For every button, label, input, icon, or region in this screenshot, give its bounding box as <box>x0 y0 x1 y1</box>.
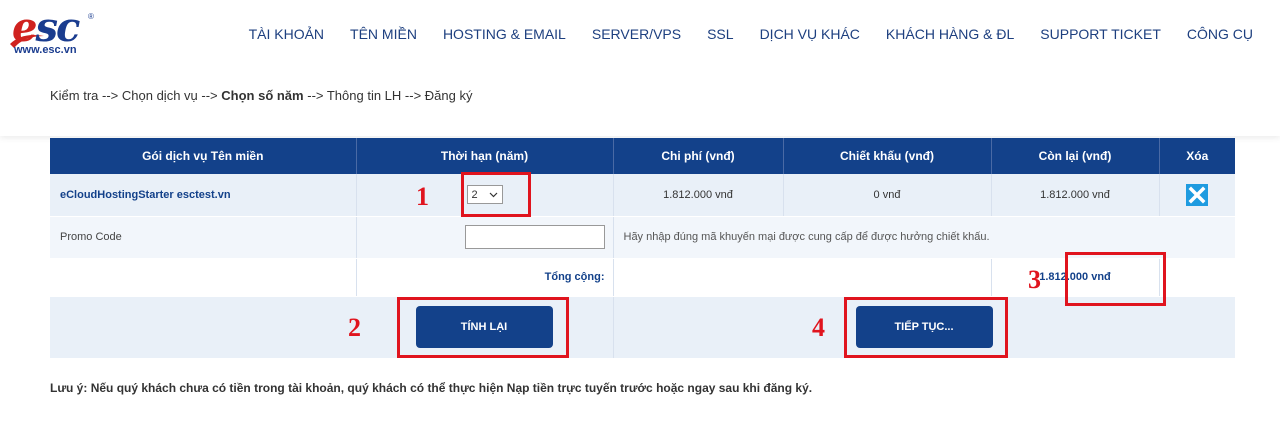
nav-ssl[interactable]: SSL <box>694 24 746 44</box>
annotation-box-3 <box>1065 252 1166 306</box>
breadcrumb-step-select-service: Chọn dịch vụ --> <box>121 88 218 103</box>
table-row: eCloudHostingStarter esctest.vn 2 1.812.… <box>50 174 1235 217</box>
breadcrumb-step-current: Chọn số năm <box>221 88 304 103</box>
table-header-row: Gói dịch vụ Tên miền Thời hạn (năm) Chi … <box>50 138 1235 174</box>
actions-row: TÍNH LẠI TIẾP TỤC... <box>50 296 1235 359</box>
delete-icon[interactable] <box>1186 183 1209 206</box>
main-nav: TÀI KHOẢN TÊN MIỀN HOSTING & EMAIL SERVE… <box>236 24 1266 44</box>
remaining-value: 1.812.000 vnđ <box>991 174 1160 217</box>
payment-note: Lưu ý: Nếu quý khách chưa có tiền trong … <box>50 381 813 395</box>
nav-server-vps[interactable]: SERVER/VPS <box>579 24 694 44</box>
total-label: Tổng cộng: <box>356 258 614 297</box>
total-row: Tổng cộng: 1.812.000 vnđ <box>50 258 1235 297</box>
site-header: esc ® www.esc.vn TÀI KHOẢN TÊN MIỀN HOST… <box>0 0 1280 136</box>
header-package: Gói dịch vụ Tên miền <box>50 138 357 174</box>
header-remaining: Còn lại (vnđ) <box>991 138 1160 174</box>
delete-cell <box>1159 174 1235 217</box>
promo-code-input[interactable] <box>464 225 605 249</box>
promo-code-label: Promo Code <box>50 216 357 259</box>
header-discount: Chiết khấu (vnđ) <box>783 138 992 174</box>
annotation-box-4 <box>844 297 1008 358</box>
header-delete: Xóa <box>1159 138 1235 174</box>
logo-registered-mark: ® <box>88 12 94 21</box>
annotation-number-2: 2 <box>348 313 361 342</box>
cost-value: 1.812.000 vnđ <box>613 174 784 217</box>
annotation-number-4: 4 <box>812 313 825 342</box>
nav-domain[interactable]: TÊN MIỀN <box>337 24 430 44</box>
nav-support-ticket[interactable]: SUPPORT TICKET <box>1027 24 1174 44</box>
breadcrumb-step-check: Kiểm tra --> <box>50 88 119 103</box>
logo-url: www.esc.vn <box>14 44 77 56</box>
nav-customers-agents[interactable]: KHÁCH HÀNG & ĐL <box>873 24 1027 44</box>
annotation-number-1: 1 <box>416 182 429 211</box>
promo-row: Promo Code Hãy nhập đúng mã khuyến mại đ… <box>50 216 1235 259</box>
header-cost: Chi phí (vnđ) <box>613 138 784 174</box>
annotation-box-2 <box>397 297 569 358</box>
order-table: Gói dịch vụ Tên miền Thời hạn (năm) Chi … <box>50 138 1235 359</box>
nav-account[interactable]: TÀI KHOẢN <box>236 24 337 44</box>
promo-input-cell <box>356 216 614 259</box>
nav-other-services[interactable]: DỊCH VỤ KHÁC <box>747 24 873 44</box>
annotation-number-3: 3 <box>1028 265 1041 294</box>
logo-text: esc <box>12 4 80 51</box>
discount-value: 0 vnđ <box>783 174 992 217</box>
nav-hosting-email[interactable]: HOSTING & EMAIL <box>430 24 579 44</box>
header-duration: Thời hạn (năm) <box>356 138 614 174</box>
breadcrumb-step-rest: --> Thông tin LH --> Đăng ký <box>307 88 473 103</box>
esc-logo[interactable]: esc ® www.esc.vn <box>8 8 94 56</box>
breadcrumb: Kiểm tra --> Chọn dịch vụ --> Chọn số nă… <box>50 88 472 103</box>
package-name: eCloudHostingStarter esctest.vn <box>50 174 357 217</box>
order-table-container: Gói dịch vụ Tên miền Thời hạn (năm) Chi … <box>50 138 1235 359</box>
annotation-box-1 <box>461 172 531 217</box>
nav-tools[interactable]: CÔNG CỤ <box>1174 24 1266 44</box>
